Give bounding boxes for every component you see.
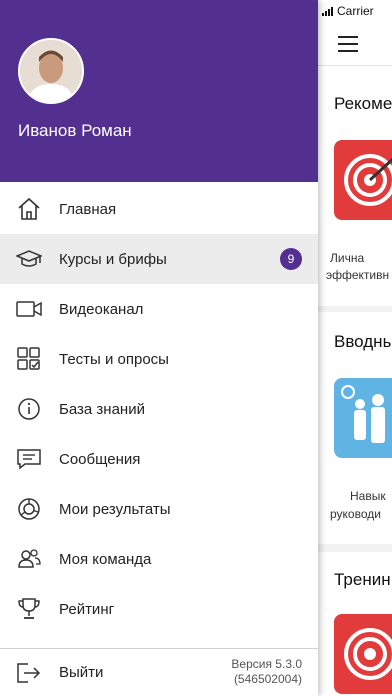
user-name: Иванов Роман (18, 121, 132, 140)
drawer-menu: Главная Курсы и брифы 9 Видеоканал Тесты… (0, 184, 318, 634)
logout-icon (16, 661, 42, 685)
info-icon (16, 397, 42, 421)
menu-item-rating[interactable]: Рейтинг (0, 584, 318, 634)
menu-label: Мои результаты (59, 500, 171, 518)
course-tile[interactable] (334, 378, 392, 458)
tile-caption: эффективн (326, 268, 390, 282)
carrier-label: Carrier (337, 4, 374, 18)
side-drawer: Иванов Роман Главная Курсы и брифы 9 Вид… (0, 0, 318, 696)
menu-item-home[interactable]: Главная (0, 184, 318, 234)
top-nav-bar (318, 22, 392, 66)
trophy-icon (16, 597, 42, 621)
background-app: Carrier Рекоме Лична эффективн Вводны На… (318, 0, 392, 696)
grid-check-icon (16, 347, 42, 371)
training-section: Тренин (318, 552, 392, 696)
drawer-header: Иванов Роман (0, 0, 318, 182)
target-icon (344, 154, 392, 206)
section-title: Тренин (334, 570, 391, 589)
signal-icon (322, 6, 333, 16)
target-icon (344, 628, 392, 680)
video-camera-icon (16, 297, 42, 321)
intro-section: Вводны Навык руководи (318, 312, 392, 544)
chart-ring-icon (16, 497, 42, 521)
menu-item-team[interactable]: Моя команда (0, 534, 318, 584)
menu-label: Моя команда (59, 550, 152, 568)
menu-label: Главная (59, 200, 117, 218)
menu-label: Курсы и брифы (59, 250, 167, 268)
tile-caption: Навык (350, 489, 386, 503)
menu-label: База знаний (59, 400, 145, 418)
graduation-cap-icon (16, 247, 42, 271)
user-photo-icon (20, 40, 82, 102)
avatar[interactable] (18, 38, 84, 104)
message-icon (16, 447, 42, 471)
courses-count-badge: 9 (280, 248, 302, 270)
home-icon (16, 197, 42, 221)
menu-item-results[interactable]: Мои результаты (0, 484, 318, 534)
section-title: Вводны (334, 332, 392, 351)
tile-caption: Лична (330, 251, 365, 265)
drawer-footer: Выйти Версия 5.3.0 (546502004) (0, 648, 318, 696)
tile-caption: руководи (330, 507, 381, 521)
team-icon (16, 547, 42, 571)
status-bar: Carrier (318, 0, 392, 22)
menu-item-courses[interactable]: Курсы и брифы 9 (0, 234, 318, 284)
recommended-section: Рекоме Лична эффективн (318, 66, 392, 306)
version-info: Версия 5.3.0 (546502004) (231, 657, 302, 687)
version-number: Версия 5.3.0 (231, 657, 302, 671)
menu-item-knowledge-base[interactable]: База знаний (0, 384, 318, 434)
menu-label: Видеоканал (59, 300, 144, 318)
menu-label: Сообщения (59, 450, 141, 468)
section-title: Рекоме (334, 94, 392, 113)
menu-label: Рейтинг (59, 600, 115, 618)
menu-item-videochannel[interactable]: Видеоканал (0, 284, 318, 334)
team-illustration-icon (341, 385, 385, 443)
menu-item-messages[interactable]: Сообщения (0, 434, 318, 484)
course-tile[interactable] (334, 140, 392, 220)
build-number: (546502004) (233, 672, 302, 686)
logout-label: Выйти (59, 664, 104, 681)
course-tile[interactable] (334, 614, 392, 694)
menu-label: Тесты и опросы (59, 350, 169, 368)
menu-item-tests[interactable]: Тесты и опросы (0, 334, 318, 384)
hamburger-menu-icon[interactable] (338, 36, 358, 52)
